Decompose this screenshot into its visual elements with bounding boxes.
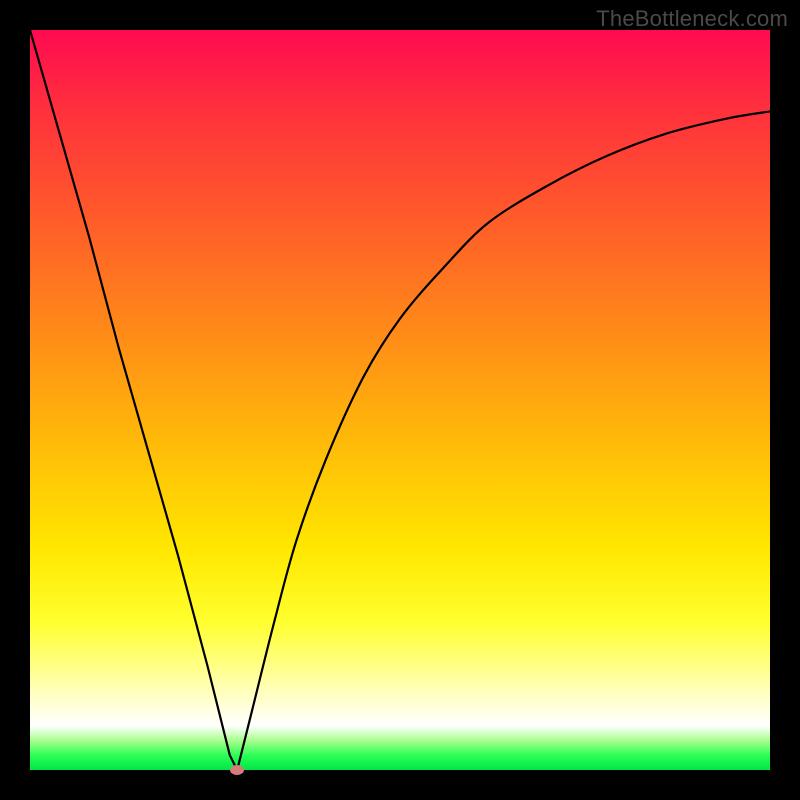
watermark-text: TheBottleneck.com: [596, 6, 788, 32]
optimal-marker: [230, 765, 244, 775]
curve-svg: [30, 30, 770, 770]
chart-container: TheBottleneck.com: [0, 0, 800, 800]
bottleneck-curve: [30, 30, 770, 770]
plot-area: [30, 30, 770, 770]
